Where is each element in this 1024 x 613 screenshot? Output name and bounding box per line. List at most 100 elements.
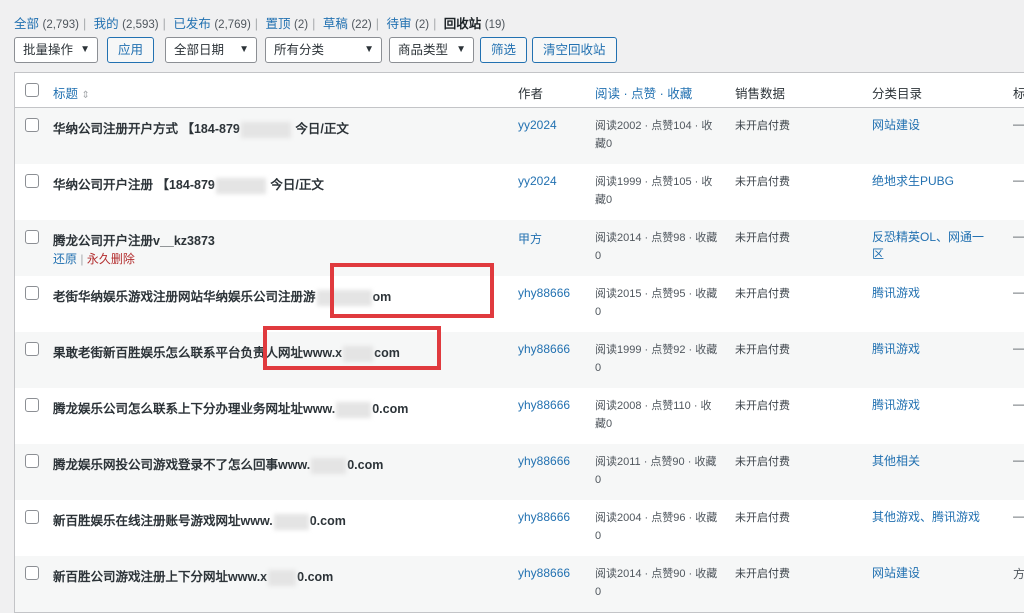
row-checkbox[interactable] — [25, 454, 39, 468]
post-categories[interactable]: 其他游戏、腾讯游戏 — [872, 509, 992, 526]
post-categories[interactable]: 反恐精英OL、网通一区 — [872, 229, 992, 263]
post-author[interactable]: yhy88666 — [518, 510, 570, 524]
column-categories: 分类目录 — [872, 87, 923, 101]
filter-drafts[interactable]: 草稿 (22) — [323, 17, 372, 31]
post-sales: 未开启付费 — [735, 120, 790, 132]
post-author[interactable]: yhy88666 — [518, 454, 570, 468]
post-title[interactable]: 腾龙娱乐网投公司游戏登录不了怎么回事www. 0.com — [53, 454, 383, 474]
post-sales: 未开启付费 — [735, 176, 790, 188]
chevron-down-icon: ▼ — [364, 44, 374, 55]
post-author[interactable]: yy2024 — [518, 174, 557, 188]
filter-sticky[interactable]: 置顶 (2) — [266, 17, 309, 31]
post-author[interactable]: yhy88666 — [518, 566, 570, 580]
post-title[interactable]: 果敢老街新百胜娱乐怎么联系平台负责人网址www.x com — [53, 342, 400, 362]
table-row: 果敢老街新百胜娱乐怎么联系平台负责人网址www.x com yhy88666 阅读… — [15, 332, 1024, 388]
post-title[interactable]: 华纳公司开户注册 【184-879 今日/正文 — [53, 174, 324, 194]
post-tags: — — [1013, 397, 1024, 411]
table-row: 老街华纳娱乐游戏注册网站华纳娱乐公司注册游 om yhy88666 阅读2015 … — [15, 276, 1024, 332]
post-stats: 阅读2015 · 点赞95 · 收藏0 — [595, 288, 718, 318]
post-author[interactable]: yhy88666 — [518, 342, 570, 356]
post-tags: — — [1013, 285, 1024, 299]
post-tags: — — [1013, 173, 1024, 187]
filter-published[interactable]: 已发布 (2,769) — [173, 17, 250, 31]
post-author[interactable]: 甲方 — [518, 230, 542, 247]
filter-mine[interactable]: 我的 (2,593) — [94, 17, 159, 31]
post-stats: 阅读2014 · 点赞90 · 收藏0 — [595, 568, 718, 598]
post-tags: — — [1013, 341, 1024, 355]
post-tags: — — [1013, 453, 1024, 467]
delete-permanently-link[interactable]: 永久删除 — [87, 252, 135, 266]
row-checkbox[interactable] — [25, 286, 39, 300]
row-checkbox[interactable] — [25, 230, 39, 244]
post-title[interactable]: 老街华纳娱乐游戏注册网站华纳娱乐公司注册游 om — [53, 286, 391, 306]
select-all-checkbox[interactable] — [25, 83, 39, 97]
empty-trash-button[interactable]: 清空回收站 — [532, 37, 617, 63]
product-type-select[interactable]: 商品类型 ▼ — [389, 37, 474, 63]
filter-trash[interactable]: 回收站 (19) — [444, 17, 505, 31]
post-tags: — — [1013, 229, 1024, 243]
table-row: 华纳公司注册开户方式 【184-879 今日/正文 yy2024 阅读2002 … — [15, 108, 1024, 164]
post-author[interactable]: yhy88666 — [518, 286, 570, 300]
category-filter-select[interactable]: 所有分类 ▼ — [265, 37, 382, 63]
post-sales: 未开启付费 — [735, 232, 790, 244]
chevron-down-icon: ▼ — [80, 44, 90, 55]
post-categories[interactable]: 其他相关 — [872, 453, 992, 470]
post-stats: 阅读1999 · 点赞105 · 收藏0 — [595, 176, 713, 206]
post-title[interactable]: 新百胜娱乐在线注册账号游戏网址www. 0.com — [53, 510, 346, 530]
post-stats: 阅读2008 · 点赞110 · 收藏0 — [595, 400, 712, 430]
post-title[interactable]: 腾龙娱乐公司怎么联系上下分办理业务网址址www. 0.com — [53, 398, 408, 418]
table-row: 新百胜娱乐在线注册账号游戏网址www. 0.com yhy88666 阅读2004… — [15, 500, 1024, 556]
row-checkbox[interactable] — [25, 174, 39, 188]
post-categories[interactable]: 网站建设 — [872, 565, 992, 582]
post-tags: — — [1013, 117, 1024, 131]
apply-button[interactable]: 应用 — [107, 37, 155, 63]
post-sales: 未开启付费 — [735, 400, 790, 412]
restore-link[interactable]: 还原 — [53, 252, 77, 266]
post-categories[interactable]: 腾讯游戏 — [872, 341, 992, 358]
post-categories[interactable]: 腾讯游戏 — [872, 397, 992, 414]
post-title[interactable]: 华纳公司注册开户方式 【184-879 今日/正文 — [53, 118, 349, 138]
post-author[interactable]: yhy88666 — [518, 398, 570, 412]
post-categories[interactable]: 腾讯游戏 — [872, 285, 992, 302]
column-title[interactable]: 标题 ⇕ — [53, 83, 90, 102]
column-tags: 标 — [1013, 87, 1024, 101]
post-stats: 阅读1999 · 点赞92 · 收藏0 — [595, 344, 718, 374]
row-actions: 还原 | 永久删除 — [53, 252, 135, 266]
post-tags: 方 — [1013, 567, 1024, 581]
post-categories[interactable]: 网站建设 — [872, 117, 992, 134]
chevron-down-icon: ▼ — [239, 44, 249, 55]
row-checkbox[interactable] — [25, 342, 39, 356]
post-stats: 阅读2014 · 点赞98 · 收藏0 — [595, 232, 718, 262]
row-checkbox[interactable] — [25, 510, 39, 524]
post-sales: 未开启付费 — [735, 288, 790, 300]
post-sales: 未开启付费 — [735, 568, 790, 580]
status-filter-links: 全部 (2,793) | 我的 (2,593) | 已发布 (2,769) | 置顶 … — [14, 17, 506, 31]
post-title[interactable]: 腾龙公司开户注册v__kz3873 — [53, 230, 215, 249]
column-views[interactable]: 阅读 · 点赞 · 收藏 — [595, 83, 692, 102]
bulk-actions-select[interactable]: 批量操作 ▼ — [14, 37, 98, 63]
table-header: 标题 ⇕ 作者 阅读 · 点赞 · 收藏 销售数据 分类目录 标 — [15, 73, 1024, 108]
column-author: 作者 — [518, 87, 544, 101]
posts-table: 标题 ⇕ 作者 阅读 · 点赞 · 收藏 销售数据 分类目录 标 华纳公司注册开… — [14, 72, 1024, 613]
date-filter-select[interactable]: 全部日期 ▼ — [165, 37, 257, 63]
table-row: 腾龙公司开户注册v__kz3873 还原 | 永久删除 甲方 阅读2014 · … — [15, 220, 1024, 276]
row-checkbox[interactable] — [25, 118, 39, 132]
table-row: 腾龙娱乐网投公司游戏登录不了怎么回事www. 0.com yhy88666 阅读2… — [15, 444, 1024, 500]
post-sales: 未开启付费 — [735, 456, 790, 468]
post-stats: 阅读2004 · 点赞96 · 收藏0 — [595, 512, 718, 542]
post-sales: 未开启付费 — [735, 344, 790, 356]
post-tags: — — [1013, 509, 1024, 523]
post-author[interactable]: yy2024 — [518, 118, 557, 132]
post-sales: 未开启付费 — [735, 512, 790, 524]
filter-all[interactable]: 全部 (2,793) — [14, 17, 79, 31]
post-title[interactable]: 新百胜公司游戏注册上下分网址www.x 0.com — [53, 566, 333, 586]
table-row: 华纳公司开户注册 【184-879 今日/正文 yy2024 阅读1999 · … — [15, 164, 1024, 220]
table-row: 腾龙娱乐公司怎么联系上下分办理业务网址址www. 0.com yhy88666 阅… — [15, 388, 1024, 444]
column-sales: 销售数据 — [735, 87, 786, 101]
filter-pending[interactable]: 待审 (2) — [387, 17, 430, 31]
chevron-down-icon: ▼ — [456, 44, 466, 55]
row-checkbox[interactable] — [25, 566, 39, 580]
post-categories[interactable]: 绝地求生PUBG — [872, 173, 992, 190]
row-checkbox[interactable] — [25, 398, 39, 412]
filter-button[interactable]: 筛选 — [480, 37, 528, 63]
